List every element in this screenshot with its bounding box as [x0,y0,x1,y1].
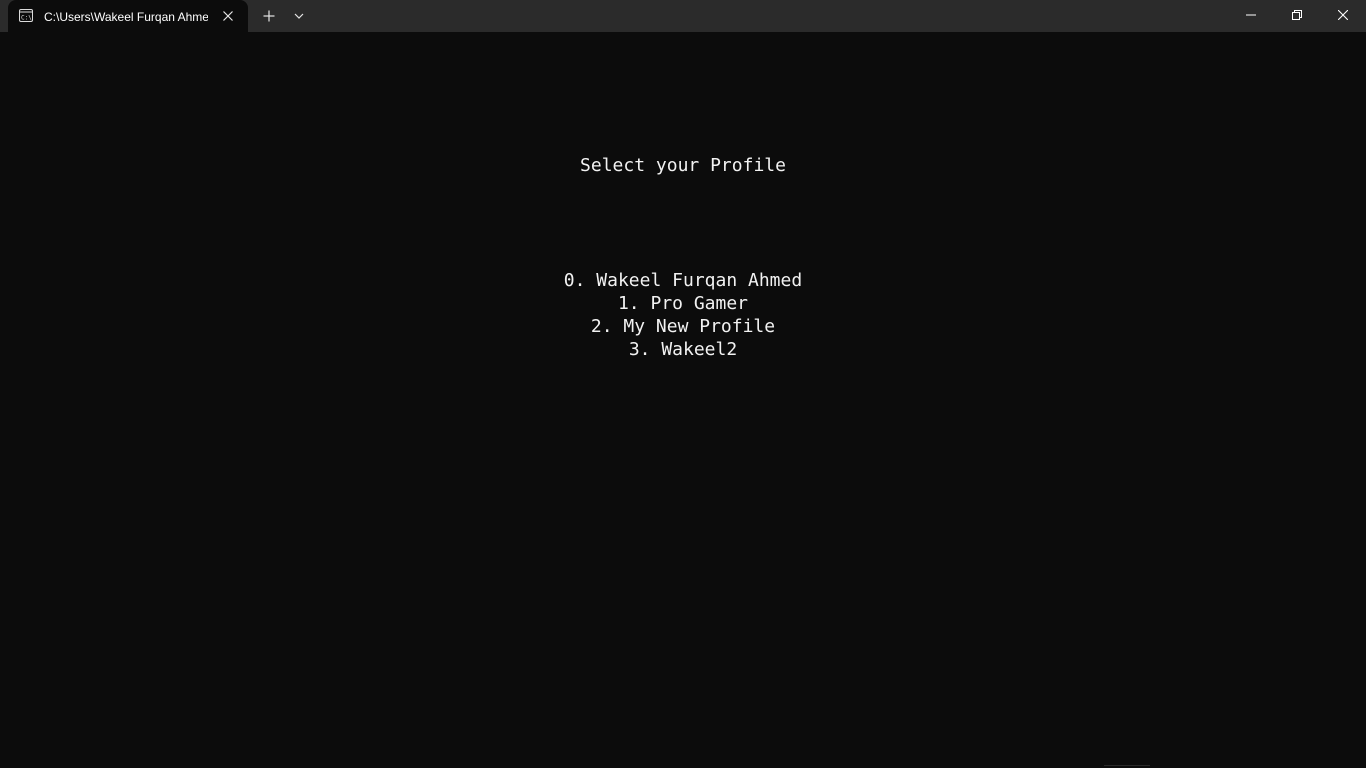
profile-option: 3. Wakeel2 [628,339,738,360]
terminal-tab[interactable]: C:\ C:\Users\Wakeel Furqan Ahmed\ [8,0,248,32]
profile-option: 1. Pro Gamer [617,293,749,314]
minimize-button[interactable] [1228,0,1274,32]
close-tab-icon[interactable] [220,8,236,24]
tab-title: C:\Users\Wakeel Furqan Ahmed\ [44,10,208,24]
new-tab-button[interactable] [259,6,279,26]
restore-icon [1292,10,1302,20]
terminal-icon: C:\ [19,9,33,22]
title-bar: C:\ C:\Users\Wakeel Furqan Ahmed\ [0,0,1366,32]
svg-text:C:\: C:\ [21,15,32,22]
console-output[interactable]: Select your Profile 0. Wakeel Furqan Ahm… [0,32,1366,768]
profile-option: 0. Wakeel Furqan Ahmed [563,270,803,291]
close-icon [1338,10,1348,20]
profile-option: 2. My New Profile [590,316,776,337]
restore-button[interactable] [1274,0,1320,32]
close-window-button[interactable] [1320,0,1366,32]
minimize-icon [1246,14,1256,16]
chevron-down-icon[interactable] [289,6,309,26]
prompt-heading: Select your Profile [580,155,786,176]
scrollbar-thumb[interactable] [1104,765,1150,766]
